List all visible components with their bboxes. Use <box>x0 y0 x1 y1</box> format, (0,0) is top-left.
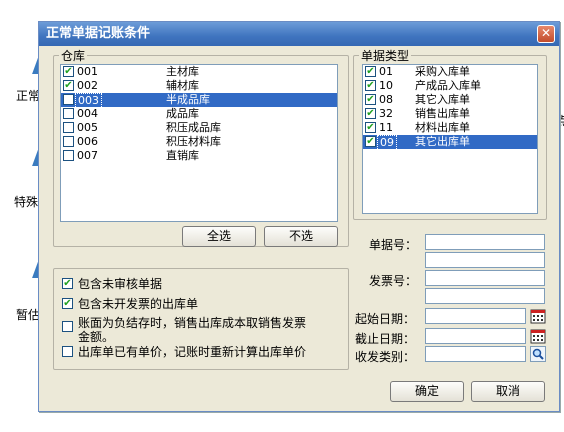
checkbox[interactable] <box>63 122 74 133</box>
option-label-cont: 金额。 <box>78 330 115 344</box>
doc-type-group-title: 单据类型 <box>359 47 412 64</box>
option-label: 出库单已有单价，记账时重新计算出库单价 <box>78 345 307 359</box>
dialog-title: 正常单据记账条件 <box>39 22 559 46</box>
item-name: 销售出库单 <box>415 107 470 120</box>
item-name: 材料出库单 <box>415 121 470 134</box>
checkbox[interactable] <box>62 346 73 357</box>
list-item[interactable]: ✔ 10 产成品入库单 <box>363 79 537 93</box>
option-label: 包含未审核单据 <box>78 277 163 291</box>
item-code: 11 <box>379 121 393 134</box>
warehouse-group-title: 仓库 <box>59 47 88 64</box>
doc-type-group: 单据类型 ✔ 01 采购入库单 ✔ 10 产成品入库单 ✔ 08 其它入库单 ✔ 32 销售出库单 ✔ 1… <box>353 47 547 220</box>
checkbox[interactable]: ✔ <box>63 66 74 77</box>
option-label: 账面为负结存时，销售出库成本取销售发票 <box>78 316 307 330</box>
checkbox[interactable]: ✔ <box>63 80 74 91</box>
select-all-button[interactable]: 全选 <box>182 226 256 247</box>
cancel-button[interactable]: 取消 <box>471 381 545 402</box>
checkbox[interactable] <box>63 150 74 161</box>
list-item[interactable]: ✔ 08 其它入库单 <box>363 93 537 107</box>
list-item[interactable]: 007 直销库 <box>61 149 337 163</box>
checkbox[interactable]: ✔ <box>365 122 376 133</box>
item-name: 产成品入库单 <box>415 79 481 92</box>
item-code: 09 <box>377 135 397 151</box>
checkbox[interactable]: ✔ <box>365 80 376 91</box>
item-name: 其它出库单 <box>415 135 470 148</box>
list-item[interactable]: 004 成品库 <box>61 107 337 121</box>
list-item[interactable]: 006 积压材料库 <box>61 135 337 149</box>
item-code: 007 <box>77 149 98 162</box>
list-item[interactable]: ✔ 01 采购入库单 <box>363 65 537 79</box>
item-code: 006 <box>77 135 98 148</box>
list-item[interactable]: 005 积压成品库 <box>61 121 337 135</box>
options-group: ✔ 包含未审核单据 ✔ 包含未开发票的出库单 账面为负结存时，销售出库成本取销售… <box>53 268 349 370</box>
background-label: 暂估 <box>16 308 41 322</box>
deselect-all-button[interactable]: 不选 <box>264 226 338 247</box>
item-name: 积压材料库 <box>166 135 221 148</box>
item-code: 004 <box>77 107 98 120</box>
close-button[interactable]: ✕ <box>537 25 555 43</box>
item-code: 08 <box>379 93 393 106</box>
calendar-icon[interactable] <box>530 328 546 344</box>
item-name: 辅材库 <box>166 79 199 92</box>
item-code: 32 <box>379 107 393 120</box>
list-item[interactable]: ✔ 002 辅材库 <box>61 79 337 93</box>
calendar-icon[interactable] <box>530 308 546 324</box>
list-item[interactable]: ✔ 001 主材库 <box>61 65 337 79</box>
end-date-input[interactable] <box>425 328 526 344</box>
end-date-label: 截止日期： <box>355 332 416 346</box>
checkbox[interactable]: ✔ <box>365 66 376 77</box>
item-name: 半成品库 <box>166 93 210 106</box>
background-label: 正常 <box>16 89 41 103</box>
checkbox[interactable]: ✔ <box>365 136 376 147</box>
warehouse-group: 仓库 ✔ 001 主材库 ✔ 002 辅材库 003 半成品库 004 成品库 005 积压成品库 00… <box>53 47 349 247</box>
record-conditions-dialog: 正常单据记账条件 ✕ 仓库 ✔ 001 主材库 ✔ 002 辅材库 003 半成品库 004 成品… <box>38 21 560 412</box>
list-item[interactable]: ✔ 09 其它出库单 <box>363 135 537 151</box>
search-icon[interactable] <box>530 346 546 362</box>
doc-no-from-input[interactable] <box>425 234 545 250</box>
checkbox[interactable] <box>63 136 74 147</box>
checkbox[interactable]: ✔ <box>365 108 376 119</box>
background-label: 特殊 <box>14 195 39 209</box>
item-name: 主材库 <box>166 65 199 78</box>
invoice-no-to-input[interactable] <box>425 288 545 304</box>
item-code: 01 <box>379 65 393 78</box>
item-code: 002 <box>77 79 98 92</box>
checkbox[interactable] <box>63 108 74 119</box>
option-recalc-unit-price[interactable]: 出库单已有单价，记账时重新计算出库单价 <box>62 345 306 359</box>
option-negative-balance-cost[interactable]: 账面为负结存时，销售出库成本取销售发票 金额。 <box>62 316 306 344</box>
item-name: 直销库 <box>166 149 199 162</box>
invoice-no-from-input[interactable] <box>425 270 545 286</box>
doc-no-label: 单据号： <box>369 238 418 252</box>
checkbox[interactable] <box>62 321 73 332</box>
checkbox[interactable] <box>63 94 74 105</box>
list-item[interactable]: 003 半成品库 <box>61 93 337 109</box>
item-code: 005 <box>77 121 98 134</box>
option-label: 包含未开发票的出库单 <box>78 297 199 311</box>
item-code: 001 <box>77 65 98 78</box>
option-include-uninvoiced[interactable]: ✔ 包含未开发票的出库单 <box>62 297 198 311</box>
doc-type-list[interactable]: ✔ 01 采购入库单 ✔ 10 产成品入库单 ✔ 08 其它入库单 ✔ 32 销售出库单 ✔ 11 材料出库… <box>362 64 538 214</box>
dispatch-type-label: 收发类别： <box>355 350 416 364</box>
checkbox[interactable]: ✔ <box>62 298 73 309</box>
start-date-label: 起始日期： <box>355 312 416 326</box>
list-item[interactable]: ✔ 11 材料出库单 <box>363 121 537 135</box>
checkbox[interactable]: ✔ <box>365 94 376 105</box>
ok-button[interactable]: 确定 <box>390 381 464 402</box>
list-item[interactable]: ✔ 32 销售出库单 <box>363 107 537 121</box>
start-date-input[interactable] <box>425 308 526 324</box>
dispatch-type-input[interactable] <box>425 346 526 362</box>
invoice-no-label: 发票号： <box>369 274 418 288</box>
item-name: 积压成品库 <box>166 121 221 134</box>
item-code: 10 <box>379 79 393 92</box>
checkbox[interactable]: ✔ <box>62 278 73 289</box>
item-name: 采购入库单 <box>415 65 470 78</box>
item-name: 成品库 <box>166 107 199 120</box>
item-name: 其它入库单 <box>415 93 470 106</box>
warehouse-list[interactable]: ✔ 001 主材库 ✔ 002 辅材库 003 半成品库 004 成品库 005 积压成品库 006 积压… <box>60 64 338 222</box>
option-include-unaudited[interactable]: ✔ 包含未审核单据 <box>62 277 162 291</box>
doc-no-to-input[interactable] <box>425 252 545 268</box>
